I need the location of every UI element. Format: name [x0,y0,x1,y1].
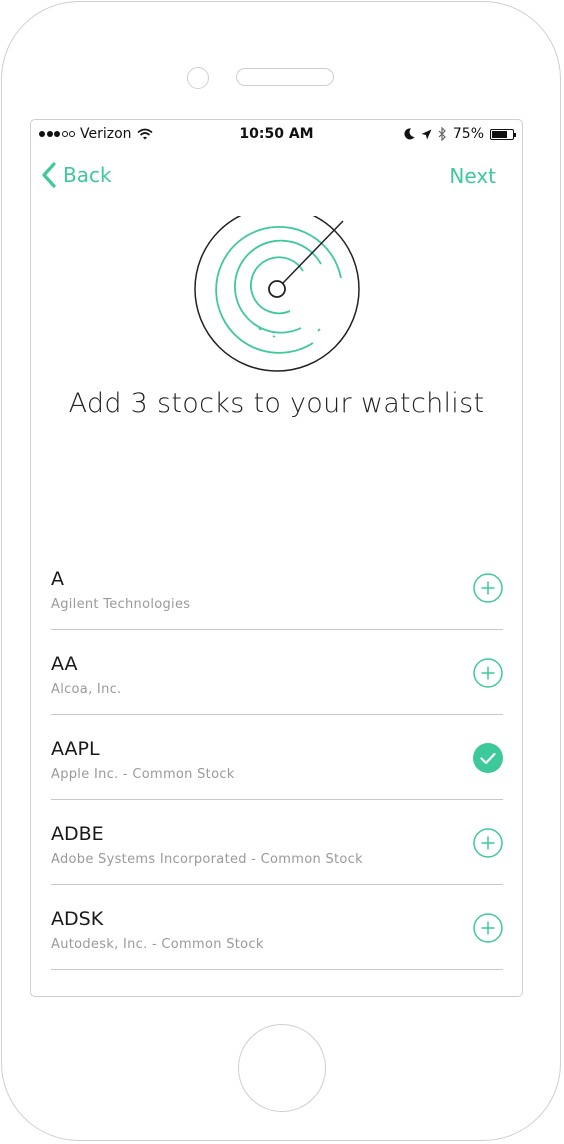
location-arrow-icon [421,129,432,139]
back-label: Back [63,163,112,187]
radar-illustration [194,216,360,372]
stock-row[interactable]: ADBE Adobe Systems Incorporated - Common … [51,800,503,885]
stock-ticker: ADSK [51,908,104,930]
plus-circle-icon[interactable] [473,828,503,858]
bluetooth-icon [438,127,446,141]
moon-icon [404,128,415,140]
next-button[interactable]: Next [449,164,496,188]
earpiece-speaker [236,68,334,86]
stock-ticker: AAPL [51,738,100,760]
plus-circle-icon[interactable] [473,658,503,688]
home-button[interactable] [238,1024,326,1112]
checkmark-circle-icon[interactable] [473,743,503,773]
page-title: Add 3 stocks to your watchlist [68,388,485,419]
app-screen: Verizon 10:50 AM 75% Back Next Add 3 sto… [30,119,523,997]
stock-company-name: Agilent Technologies [51,597,191,612]
stock-company-name: Apple Inc. - Common Stock [51,767,235,782]
stock-ticker: A [51,568,64,590]
stock-company-name: Autodesk, Inc. - Common Stock [51,937,264,952]
stock-row[interactable]: ADSK Autodesk, Inc. - Common Stock [51,885,503,970]
status-bar: Verizon 10:50 AM 75% [31,120,522,148]
front-camera [187,67,209,89]
stock-company-name: Alcoa, Inc. [51,682,122,697]
stock-company-name: Adobe Systems Incorporated - Common Stoc… [51,852,363,867]
back-button[interactable]: Back [41,162,112,188]
battery-tip [514,132,516,137]
stock-list: A Agilent Technologies AA Alcoa, Inc. AAPL Ap… [51,545,503,970]
battery-icon [490,128,516,140]
battery-percentage: 75% [452,126,484,142]
stock-ticker: AA [51,653,78,675]
status-bar-right: 75% [404,126,516,142]
stock-row[interactable]: AA Alcoa, Inc. [51,630,503,715]
stock-ticker: ADBE [51,823,104,845]
stock-row[interactable]: A Agilent Technologies [51,545,503,630]
battery-fill [492,130,507,138]
plus-circle-icon[interactable] [473,573,503,603]
plus-circle-icon[interactable] [473,913,503,943]
chevron-left-icon [42,162,56,188]
stock-row[interactable]: AAPL Apple Inc. - Common Stock [51,715,503,800]
